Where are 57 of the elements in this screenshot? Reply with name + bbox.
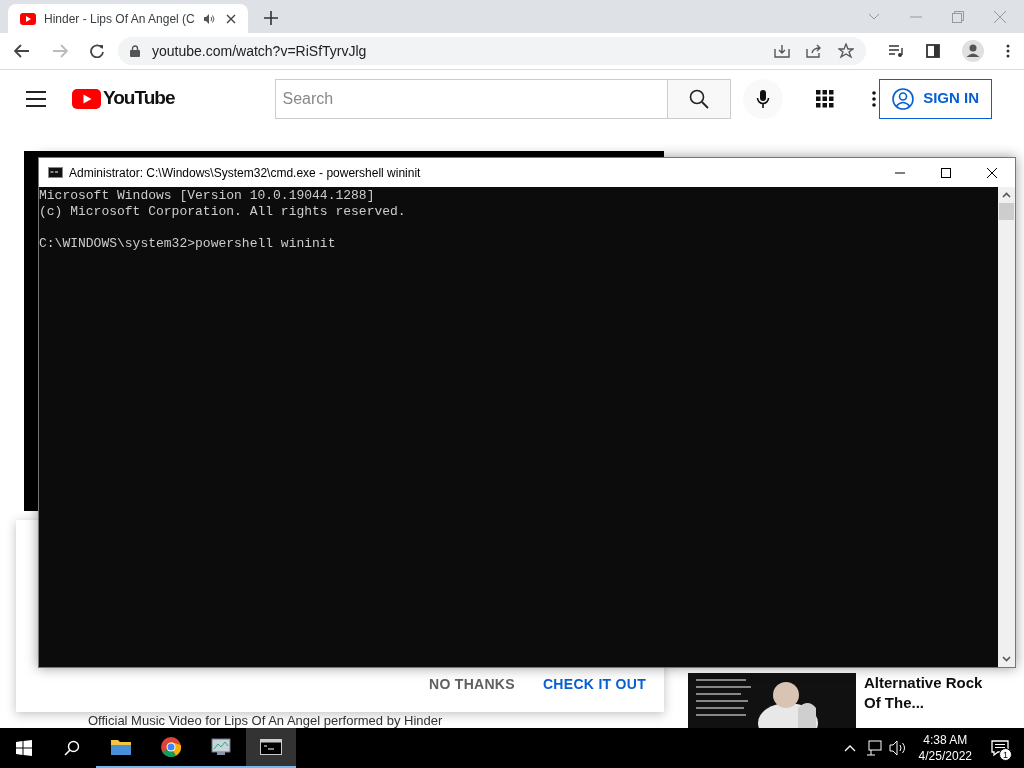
- chrome-icon: [160, 736, 182, 758]
- playlist-icon[interactable]: [888, 44, 904, 58]
- close-icon[interactable]: [226, 13, 236, 24]
- search-icon: [689, 88, 710, 109]
- close-icon[interactable]: [987, 167, 997, 178]
- minimize-icon[interactable]: [895, 171, 905, 174]
- side-panel-icon[interactable]: [926, 44, 940, 58]
- play-logo-icon: [72, 88, 101, 109]
- window-title: Administrator: C:\Windows\System32\cmd.exe - powershell wininit: [69, 164, 421, 182]
- back-icon[interactable]: [14, 44, 30, 58]
- notification-count: 1: [999, 748, 1012, 761]
- new-tab-icon[interactable]: [264, 11, 278, 25]
- more-icon[interactable]: [872, 90, 877, 107]
- menu-icon[interactable]: [26, 90, 46, 107]
- youtube-logo[interactable]: YouTube: [72, 84, 175, 113]
- volume-icon[interactable]: [888, 740, 907, 756]
- account-icon: [892, 87, 915, 110]
- console-line: (c) Microsoft Corporation. All rights reserved.: [39, 204, 406, 220]
- tab-title: Hinder - Lips Of An Angel (C: [44, 10, 195, 28]
- search-field[interactable]: Search: [275, 78, 669, 119]
- search-icon[interactable]: [64, 740, 80, 756]
- more-icon[interactable]: [1006, 44, 1010, 58]
- console-icon: [48, 167, 63, 178]
- folder-icon: [110, 738, 132, 756]
- maximize-icon[interactable]: [941, 167, 951, 178]
- console-line: Microsoft Windows [Version 10.0.19044.1288]: [39, 188, 375, 204]
- youtube-icon: [20, 12, 36, 25]
- scroll-thumb[interactable]: [999, 203, 1014, 220]
- browser-tab[interactable]: Hinder - Lips Of An Angel (C: [8, 4, 248, 33]
- description-text: Official Music Video for Lips Of An Angel performed by Hinder: [88, 714, 443, 728]
- console-prompt: C:\WINDOWS\system32>powershell wininit: [39, 236, 336, 252]
- clock[interactable]: 4:38 AM 4/25/2022: [914, 732, 976, 764]
- star-icon[interactable]: [838, 43, 854, 59]
- url-text: youtube.com/watch?v=RiSfTyrvJlg: [152, 41, 367, 61]
- apps-grid-icon[interactable]: [816, 89, 835, 108]
- address-bar[interactable]: youtube.com/watch?v=RiSfTyrvJlg: [118, 37, 866, 65]
- taskbar-app[interactable]: [246, 728, 296, 768]
- no-thanks-button[interactable]: NO THANKS: [420, 670, 524, 698]
- network-icon[interactable]: [865, 740, 882, 756]
- reload-icon[interactable]: [90, 44, 104, 58]
- share-icon[interactable]: [806, 44, 822, 58]
- microphone-icon: [756, 88, 771, 109]
- scrollbar[interactable]: [998, 187, 1015, 667]
- search-button[interactable]: [668, 78, 732, 119]
- chevron-up-icon[interactable]: [843, 744, 856, 752]
- check-it-out-button[interactable]: CHECK IT OUT: [533, 670, 656, 698]
- download-icon[interactable]: [774, 44, 790, 58]
- sign-in-button[interactable]: SIGN IN: [879, 78, 992, 119]
- scroll-up-icon[interactable]: [1002, 192, 1011, 198]
- terminal-icon: [260, 739, 282, 755]
- windows-icon[interactable]: [16, 740, 32, 756]
- notification-icon[interactable]: [991, 740, 1009, 756]
- video-title[interactable]: Alternative Rock Of The...: [864, 673, 992, 713]
- profile-icon[interactable]: [962, 40, 984, 62]
- scroll-down-icon[interactable]: [1002, 656, 1011, 662]
- monitor-icon: [209, 737, 233, 757]
- lock-icon: [130, 45, 140, 57]
